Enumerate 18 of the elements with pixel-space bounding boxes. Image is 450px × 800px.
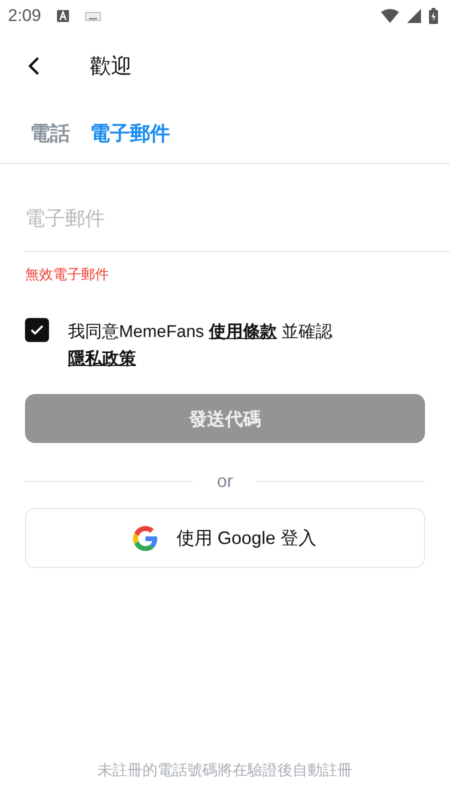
agreement-text: 我同意MemeFans 使用條款 並確認 隱私政策 xyxy=(68,321,334,370)
keyboard-icon xyxy=(85,12,102,20)
terms-link[interactable]: 使用條款 xyxy=(208,322,277,341)
footer-note: 未註冊的電話號碼將在驗證後自動註冊 xyxy=(98,761,352,780)
status-time: 2:09 xyxy=(8,6,42,26)
google-sign-in-button[interactable]: 使用 Google 登入 xyxy=(25,508,425,568)
signal-icon xyxy=(407,9,421,23)
divider-text: or xyxy=(217,471,234,492)
checkbox[interactable] xyxy=(25,318,49,342)
battery-icon xyxy=(429,8,438,24)
page-title: 歡迎 xyxy=(90,54,132,80)
privacy-link[interactable]: 隱私政策 xyxy=(68,349,136,368)
wifi-icon xyxy=(381,9,399,23)
check-icon xyxy=(30,324,44,336)
back-icon[interactable] xyxy=(28,56,40,76)
google-icon xyxy=(133,526,158,550)
error-message: 無效電子郵件 xyxy=(25,266,110,284)
keyboard-language-icon xyxy=(57,10,70,22)
